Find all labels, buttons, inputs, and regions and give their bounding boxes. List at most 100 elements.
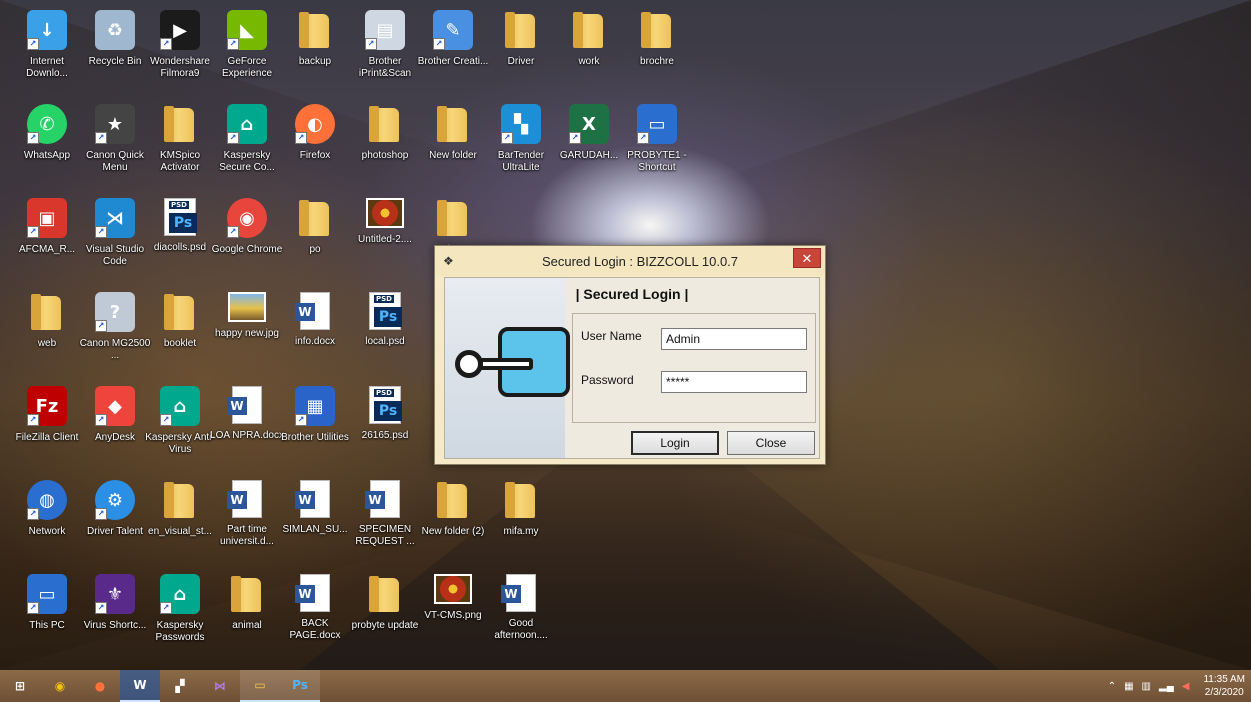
desktop-icon[interactable]: W BACK PAGE.docx <box>280 572 350 652</box>
desktop-icon[interactable]: probyte update <box>350 572 420 652</box>
desktop-icon[interactable]: ▶ ↗ Wondershare Filmora9 <box>145 8 215 88</box>
password-field[interactable] <box>661 371 807 393</box>
desktop-icon[interactable]: W Good afternoon.... <box>486 572 556 652</box>
desktop-icon[interactable]: po <box>280 196 350 276</box>
desktop-icon[interactable]: PSD Ps 26165.psd <box>350 384 420 464</box>
desktop-icon[interactable]: ✆ ↗ WhatsApp <box>12 102 82 182</box>
desktop-icon-label: info.docx <box>294 336 336 347</box>
desktop-icon[interactable]: brochre <box>622 8 692 88</box>
volume-muted-icon[interactable]: ◀ <box>1182 681 1190 692</box>
psd-icon: PSD Ps <box>369 386 402 424</box>
taskbar-firefox-icon[interactable]: ● <box>80 670 120 702</box>
folder-icon <box>501 10 541 50</box>
desktop-icon-label: booklet <box>163 338 197 349</box>
desktop-icon[interactable]: X ↗ GARUDAH... <box>554 102 624 182</box>
desktop-icon-label: BACK PAGE.docx <box>289 618 341 641</box>
desktop-icon[interactable]: KMSpico Activator <box>145 102 215 182</box>
desktop-icon[interactable]: W SIMLAN_SU... <box>280 478 350 558</box>
word-icon: W <box>295 480 330 518</box>
image-icon <box>366 198 404 228</box>
desktop-icon[interactable]: New folder (2) <box>418 478 488 558</box>
taskbar-paint-icon[interactable]: ▞ <box>160 670 200 702</box>
taskbar-word-icon[interactable]: W <box>120 670 160 702</box>
desktop-icon-label: Firefox <box>299 150 331 161</box>
desktop-icon[interactable]: ▤ ↗ Brother iPrint&Scan <box>350 8 420 88</box>
desktop-icon[interactable]: ✎ ↗ Brother Creati... <box>418 8 488 88</box>
desktop-icon[interactable]: ◉ ↗ Google Chrome <box>212 196 282 276</box>
desktop-icon[interactable]: ▭ ↗ PROBYTE1 - Shortcut <box>622 102 692 182</box>
chevron-up-icon[interactable]: ⌃ <box>1108 681 1116 692</box>
desktop-icon[interactable]: ◆ ↗ AnyDesk <box>80 384 150 464</box>
desktop-icon[interactable]: PSD Ps local.psd <box>350 290 420 370</box>
network-status-icon[interactable]: ▦ <box>1124 681 1133 692</box>
desktop-icon[interactable]: ⌂ ↗ Kaspersky Secure Co... <box>212 102 282 182</box>
desktop-icon[interactable]: VT-CMS.png <box>418 572 488 652</box>
desktop-icon[interactable]: ◍ ↗ Network <box>12 478 82 558</box>
desktop-icon[interactable]: ⌂ ↗ Kaspersky Passwords <box>145 572 215 652</box>
desktop-icon[interactable]: ↓ ↗ Internet Downlo... <box>12 8 82 88</box>
desktop-icon[interactable]: ◣ ↗ GeForce Experience <box>212 8 282 88</box>
desktop-icon[interactable]: W Part time universit.d... <box>212 478 282 558</box>
folder-icon <box>433 198 473 238</box>
network-icon: ◍ ↗ <box>27 480 67 520</box>
desktop-icon-label: local.psd <box>365 336 405 347</box>
desktop-icon[interactable]: animal <box>212 572 282 652</box>
desktop-icon[interactable]: ▦ ↗ Brother Utilities <box>280 384 350 464</box>
desktop-icon[interactable]: PSD Ps diacolls.psd <box>145 196 215 276</box>
secured-login-dialog: ❖ Secured Login : BIZZCOLL 10.0.7 ✕ | Se… <box>434 245 826 465</box>
desktop-icon[interactable]: W SPECIMEN REQUEST ... <box>350 478 420 558</box>
desktop-icon[interactable]: Fz ↗ FileZilla Client <box>12 384 82 464</box>
wifi-icon[interactable]: ▥ <box>1142 681 1151 692</box>
desktop-icon[interactable]: W LOA NPRA.docx <box>210 384 284 464</box>
taskbar-visual-studio-icon[interactable]: ⋈ <box>200 670 240 702</box>
kaspersky-icon: ⌂ ↗ <box>160 386 200 426</box>
desktop-icon[interactable]: en_visual_st... <box>145 478 215 558</box>
desktop-icon[interactable]: ⋊ ↗ Visual Studio Code <box>80 196 150 276</box>
desktop-icon[interactable]: booklet <box>145 290 215 370</box>
clock-time: 11:35 AM <box>1203 674 1245 685</box>
desktop-icon[interactable]: ⚙ ↗ Driver Talent <box>80 478 150 558</box>
desktop-icon[interactable]: ▭ ↗ This PC <box>12 572 82 652</box>
desktop-icon[interactable]: ♻ Recycle Bin <box>80 8 150 88</box>
login-illustration <box>445 278 570 458</box>
taskbar-windows-start-icon[interactable]: ⊞ <box>0 670 40 702</box>
close-icon[interactable]: ✕ <box>793 248 821 268</box>
desktop-icon-label: SPECIMEN REQUEST ... <box>355 524 415 547</box>
desktop-icon[interactable]: web <box>12 290 82 370</box>
taskbar-pinned-apps: ⊞ ◉ ● W ▞ ⋈ ▭ Ps <box>0 670 320 702</box>
desktop-icon[interactable]: Untitled-2.... <box>350 196 420 276</box>
desktop-icon[interactable]: backup <box>280 8 350 88</box>
shortcut-arrow-icon: ↗ <box>160 38 172 50</box>
word-icon: W <box>295 292 330 330</box>
desktop-icon[interactable]: happy new.jpg <box>212 290 282 370</box>
username-field[interactable] <box>661 328 807 350</box>
folder-icon <box>295 10 335 50</box>
login-button[interactable]: Login <box>631 431 719 455</box>
desktop-icon[interactable]: photoshop <box>350 102 420 182</box>
desktop-icon[interactable]: New folder <box>418 102 488 182</box>
signal-icon[interactable]: ▂▄ <box>1159 681 1174 692</box>
desktop-icon[interactable]: ★ ↗ Canon Quick Menu <box>80 102 150 182</box>
desktop-icon-label: KMSpico Activator <box>159 150 200 173</box>
driver-talent-icon: ⚙ ↗ <box>95 480 135 520</box>
taskbar-file-explorer-icon[interactable]: ▭ <box>240 670 280 702</box>
desktop-icon[interactable]: ▣ ↗ AFCMA_R... <box>12 196 82 276</box>
desktop-icon[interactable]: ? ↗ Canon MG2500 ... <box>80 290 150 370</box>
taskbar-photoshop-icon[interactable]: Ps <box>280 670 320 702</box>
shortcut-arrow-icon: ↗ <box>95 602 107 614</box>
image-icon <box>434 574 472 604</box>
taskbar-chrome-icon[interactable]: ◉ <box>40 670 80 702</box>
desktop-icon[interactable]: Driver <box>486 8 556 88</box>
clock[interactable]: 11:35 AM 2/3/2020 <box>1203 673 1245 699</box>
desktop-icon[interactable]: ▚ ↗ BarTender UltraLite <box>486 102 556 182</box>
desktop-icon[interactable]: mifa.my <box>486 478 556 558</box>
geforce-icon: ◣ ↗ <box>227 10 267 50</box>
dialog-titlebar[interactable]: ❖ Secured Login : BIZZCOLL 10.0.7 ✕ <box>435 246 825 276</box>
clock-date: 2/3/2020 <box>1204 687 1244 698</box>
desktop-icon[interactable]: ⚜ ↗ Virus Shortc... <box>80 572 150 652</box>
desktop-icon[interactable]: work <box>554 8 624 88</box>
desktop-icon[interactable]: ◐ ↗ Firefox <box>280 102 350 182</box>
desktop-icon[interactable]: Winfo.docx <box>280 290 350 370</box>
desktop-icon[interactable]: ⌂ ↗ Kaspersky Anti-Virus <box>145 384 215 464</box>
close-button[interactable]: Close <box>727 431 815 455</box>
